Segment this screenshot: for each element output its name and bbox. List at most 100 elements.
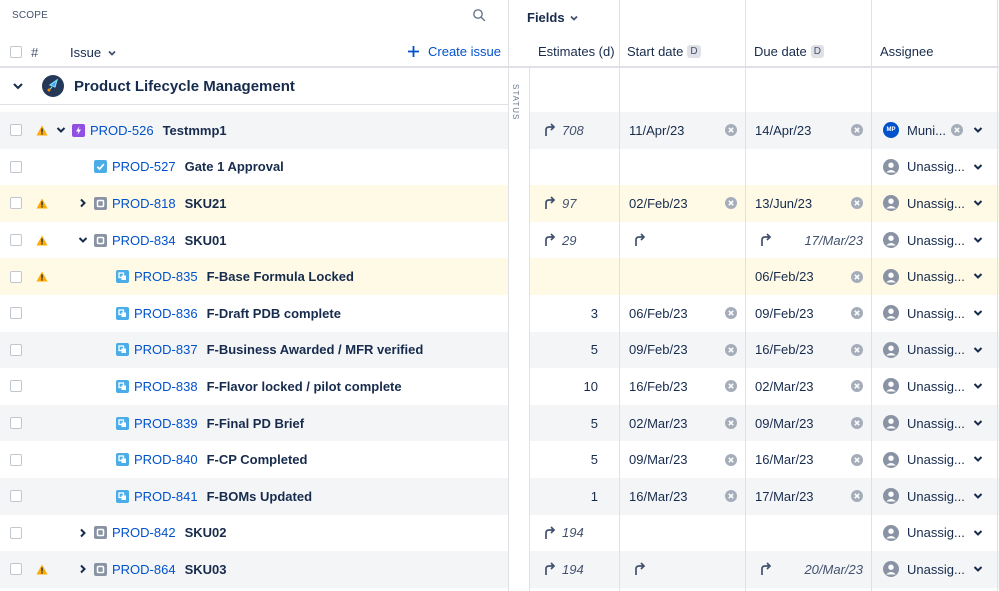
issue-key-link[interactable]: PROD-841 [134, 489, 198, 504]
table-row[interactable]: PROD-864 SKU03 194 20/Mar/23 Unassig... [0, 551, 999, 588]
assignee-dropdown-icon[interactable] [973, 198, 983, 208]
issue-summary[interactable]: SKU01 [185, 233, 227, 248]
row-checkbox[interactable] [10, 526, 22, 539]
assignee-dropdown-icon[interactable] [973, 308, 983, 318]
chevron-down-icon[interactable] [78, 235, 88, 245]
start-date-cell[interactable] [620, 515, 745, 552]
chevron-down-icon[interactable] [56, 125, 66, 135]
due-date-cell[interactable] [746, 149, 871, 186]
start-date-cell[interactable]: 09/Feb/23 [620, 332, 745, 369]
assignee-dropdown-icon[interactable] [973, 564, 983, 574]
table-row[interactable]: PROD-818 SKU21 97 02/Feb/23 13/Jun/23 Unassig… [0, 185, 999, 222]
row-checkbox[interactable] [10, 490, 22, 503]
clear-icon[interactable] [725, 417, 737, 430]
due-date-column-header[interactable]: Due date D [754, 44, 824, 59]
start-date-cell[interactable] [620, 222, 745, 259]
issue-cell[interactable]: PROD-838 F-Flavor locked / pilot complete [0, 368, 509, 405]
clear-icon[interactable] [725, 490, 737, 503]
issue-key-link[interactable]: PROD-864 [112, 562, 176, 577]
table-row[interactable]: PROD-841 F-BOMs Updated 1 16/Mar/23 17/Mar/2… [0, 478, 999, 515]
estimate-cell[interactable] [531, 258, 619, 295]
fields-button[interactable]: Fields [527, 10, 579, 25]
due-date-cell[interactable]: 13/Jun/23 [746, 185, 871, 222]
clear-icon[interactable] [725, 197, 737, 210]
chevron-down-icon[interactable] [12, 80, 24, 92]
start-date-cell[interactable] [620, 551, 745, 588]
row-checkbox[interactable] [10, 234, 22, 247]
chevron-right-icon[interactable] [78, 528, 88, 538]
issue-key-link[interactable]: PROD-834 [112, 233, 176, 248]
issue-key-link[interactable]: PROD-527 [112, 159, 176, 174]
table-row[interactable]: PROD-526 Testmmp1 708 11/Apr/23 14/Apr/23 MP M… [0, 112, 999, 149]
assignee-dropdown-icon[interactable] [973, 491, 983, 501]
chevron-right-icon[interactable] [78, 198, 88, 208]
clear-icon[interactable] [851, 490, 863, 503]
issue-key-link[interactable]: PROD-838 [134, 379, 198, 394]
clear-icon[interactable] [951, 124, 963, 137]
estimate-cell[interactable]: 3 [531, 295, 619, 332]
table-row[interactable]: PROD-838 F-Flavor locked / pilot complete… [0, 368, 999, 405]
issue-cell[interactable]: PROD-835 F-Base Formula Locked [0, 258, 509, 295]
clear-icon[interactable] [851, 380, 863, 393]
issue-cell[interactable]: PROD-839 F-Final PD Brief [0, 405, 509, 442]
start-date-cell[interactable]: 06/Feb/23 [620, 295, 745, 332]
estimate-cell[interactable]: 5 [531, 332, 619, 369]
due-date-cell[interactable]: 02/Mar/23 [746, 368, 871, 405]
estimate-cell[interactable]: 10 [531, 368, 619, 405]
issue-cell[interactable]: PROD-864 SKU03 [0, 551, 509, 588]
clear-icon[interactable] [725, 307, 737, 320]
issue-key-link[interactable]: PROD-837 [134, 342, 198, 357]
issue-cell[interactable]: PROD-837 F-Business Awarded / MFR verifie… [0, 332, 509, 369]
table-row[interactable]: PROD-834 SKU01 29 17/Mar/23 Unassig... [0, 221, 999, 259]
row-checkbox[interactable] [10, 197, 22, 210]
due-date-cell[interactable] [746, 515, 871, 552]
start-date-cell[interactable]: 16/Feb/23 [620, 368, 745, 405]
row-checkbox[interactable] [10, 563, 22, 576]
start-date-cell[interactable] [620, 258, 745, 295]
table-row[interactable]: PROD-837 F-Business Awarded / MFR verifie… [0, 331, 999, 369]
estimate-cell[interactable]: 29 [531, 222, 619, 259]
assignee-dropdown-icon[interactable] [973, 235, 983, 245]
issue-key-link[interactable]: PROD-835 [134, 269, 198, 284]
clear-icon[interactable] [725, 380, 737, 393]
issue-summary[interactable]: F-Flavor locked / pilot complete [207, 379, 402, 394]
start-date-cell[interactable]: 16/Mar/23 [620, 478, 745, 515]
due-date-cell[interactable]: 09/Mar/23 [746, 405, 871, 442]
table-row[interactable]: PROD-836 F-Draft PDB complete 3 06/Feb/23 09… [0, 295, 999, 332]
issue-summary[interactable]: Testmmp1 [163, 123, 227, 138]
table-row[interactable]: PROD-527 Gate 1 Approval Unassig... [0, 148, 999, 186]
clear-icon[interactable] [851, 124, 863, 137]
assignee-dropdown-icon[interactable] [973, 125, 983, 135]
due-date-cell[interactable]: 09/Feb/23 [746, 295, 871, 332]
issue-cell[interactable]: PROD-526 Testmmp1 [0, 112, 509, 149]
assignee-dropdown-icon[interactable] [973, 345, 983, 355]
search-icon[interactable] [472, 8, 486, 22]
start-date-cell[interactable]: 11/Apr/23 [620, 112, 745, 149]
row-checkbox[interactable] [10, 417, 22, 430]
table-row[interactable]: PROD-839 F-Final PD Brief 5 02/Mar/23 09/Mar… [0, 404, 999, 442]
start-date-cell[interactable] [620, 149, 745, 186]
table-row[interactable]: PROD-835 F-Base Formula Locked 06/Feb/23 Un… [0, 258, 999, 295]
clear-icon[interactable] [851, 417, 863, 430]
issue-summary[interactable]: Gate 1 Approval [185, 159, 284, 174]
estimates-column-header[interactable]: Estimates (d) [538, 44, 615, 59]
clear-icon[interactable] [851, 343, 863, 356]
row-checkbox[interactable] [10, 270, 22, 283]
estimate-cell[interactable]: 97 [531, 185, 619, 222]
row-checkbox[interactable] [10, 380, 22, 393]
due-date-cell[interactable]: 20/Mar/23 [746, 551, 871, 588]
issue-summary[interactable]: F-BOMs Updated [207, 489, 312, 504]
due-date-cell[interactable]: 14/Apr/23 [746, 112, 871, 149]
issue-summary[interactable]: F-Final PD Brief [207, 416, 305, 431]
table-row[interactable]: PROD-840 F-CP Completed 5 09/Mar/23 16/Mar/2… [0, 441, 999, 478]
issue-cell[interactable]: PROD-527 Gate 1 Approval [0, 149, 509, 186]
start-date-cell[interactable]: 02/Mar/23 [620, 405, 745, 442]
clear-icon[interactable] [851, 307, 863, 320]
estimate-cell[interactable]: 708 [531, 112, 619, 149]
row-checkbox[interactable] [10, 160, 22, 173]
row-checkbox[interactable] [10, 307, 22, 320]
assignee-dropdown-icon[interactable] [973, 381, 983, 391]
issue-summary[interactable]: SKU21 [185, 196, 227, 211]
group-row[interactable]: Product Lifecycle Management [0, 68, 509, 105]
start-date-cell[interactable]: 09/Mar/23 [620, 441, 745, 478]
